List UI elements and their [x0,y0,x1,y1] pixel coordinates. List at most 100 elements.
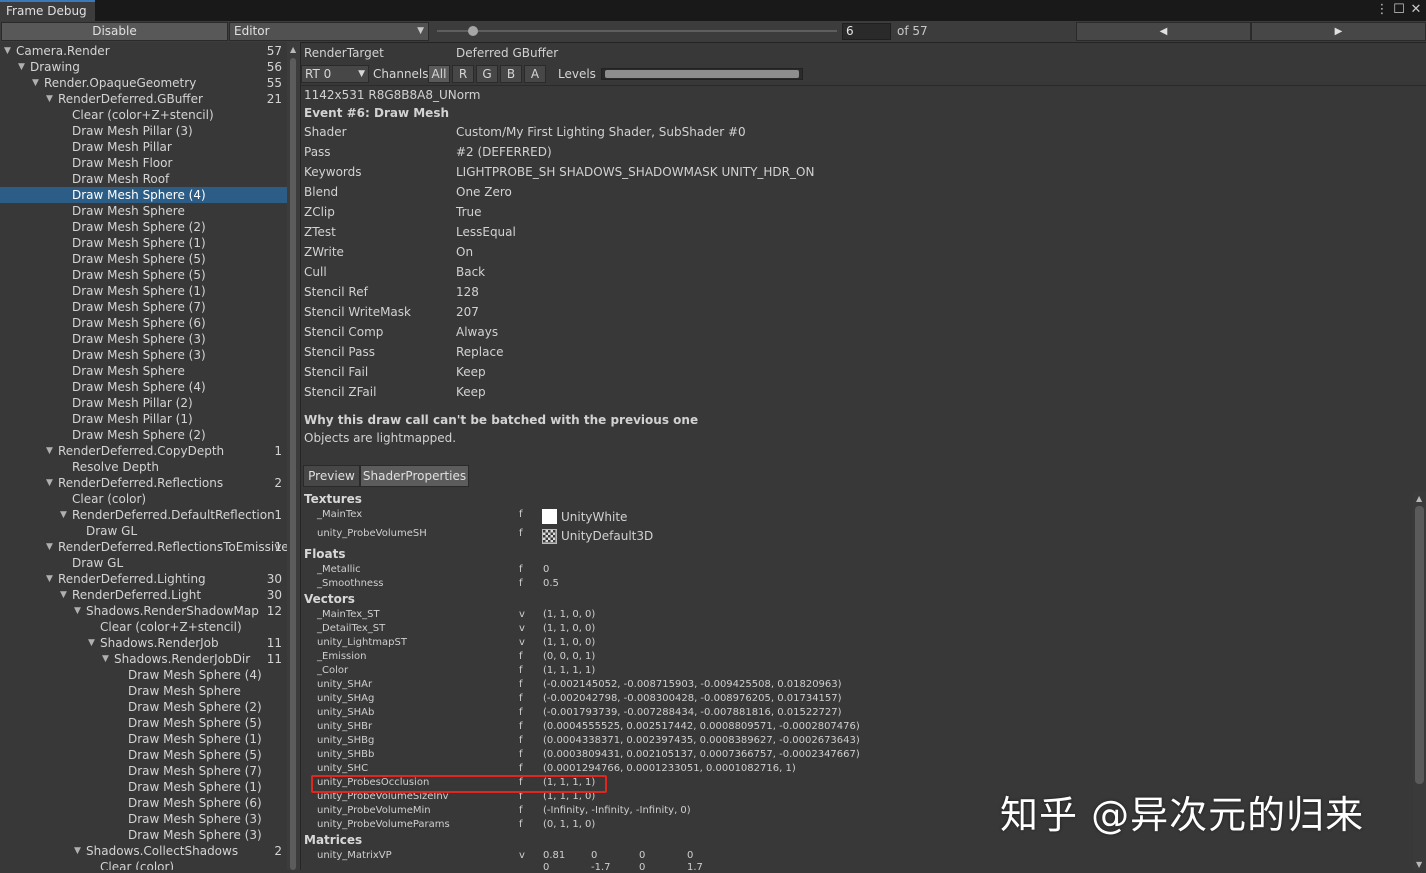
tree-row[interactable]: ▼ Shadows.RenderJob 11 [0,635,287,651]
tree-row[interactable]: Draw Mesh Sphere (3) [0,331,287,347]
disable-button[interactable]: Disable [1,22,228,41]
tree-row[interactable]: ▼ RenderDeferred.CopyDepth 1 [0,443,287,459]
tree-row[interactable]: Draw Mesh Sphere (5) [0,251,287,267]
tree-row[interactable]: Draw Mesh Pillar (1) [0,411,287,427]
tree-row[interactable]: Draw Mesh Sphere (2) [0,699,287,715]
expand-triangle-icon[interactable]: ▼ [74,603,81,619]
more-options-icon[interactable]: ⋮ [1375,2,1389,18]
frame-slider-track[interactable] [437,30,837,32]
vector-type: v [519,609,525,620]
close-icon[interactable]: ✕ [1409,2,1423,18]
tree-row[interactable]: ▼ Shadows.RenderShadowMap 12 [0,603,287,619]
tree-row[interactable]: Draw Mesh Roof [0,171,287,187]
tree-row[interactable]: Clear (color) [0,491,287,507]
expand-triangle-icon[interactable]: ▼ [46,475,53,491]
tree-row[interactable]: Resolve Depth [0,459,287,475]
expand-triangle-icon[interactable]: ▼ [32,75,39,91]
next-frame-button[interactable]: ▶ [1251,22,1426,41]
tree-row[interactable]: Draw Mesh Pillar [0,139,287,155]
tree-row[interactable]: Draw Mesh Floor [0,155,287,171]
tree-row[interactable]: ▼ RenderDeferred.DefaultReflection 1 [0,507,287,523]
tree-row[interactable]: Draw Mesh Sphere (6) [0,315,287,331]
rt-dropdown[interactable]: RT 0 ▼ [301,65,369,83]
checker-texture-thumbnail[interactable] [542,529,557,544]
tab-preview[interactable]: Preview [303,465,360,487]
tree-row[interactable]: Draw Mesh Sphere (5) [0,267,287,283]
matrix-cell: 0 [639,850,646,861]
maximize-icon[interactable]: ☐ [1392,2,1406,18]
target-dropdown[interactable]: Editor ▼ [229,22,429,41]
tree-row[interactable]: ▼ RenderDeferred.Light 30 [0,587,287,603]
tree-row[interactable]: ▼ Shadows.CollectShadows 2 [0,843,287,859]
event-tree-scroll-thumb[interactable] [290,58,296,870]
tab-shader-properties[interactable]: ShaderProperties [360,465,469,487]
tree-row[interactable]: Clear (color+Z+stencil) [0,107,287,123]
expand-triangle-icon[interactable]: ▼ [60,507,67,523]
expand-triangle-icon[interactable]: ▼ [60,587,67,603]
frame-slider-thumb[interactable] [468,26,478,36]
expand-triangle-icon[interactable]: ▼ [88,635,95,651]
tree-row[interactable]: Draw Mesh Sphere (1) [0,235,287,251]
previous-frame-button[interactable]: ◀ [1076,22,1251,41]
tree-row[interactable]: Draw Mesh Sphere (2) [0,219,287,235]
scroll-up-arrow-icon[interactable]: ▲ [290,45,296,54]
scroll-up-arrow-icon[interactable]: ▲ [1416,494,1422,503]
expand-triangle-icon[interactable]: ▼ [46,571,53,587]
tree-row[interactable]: Draw Mesh Sphere (1) [0,731,287,747]
tree-row[interactable]: ▼ RenderDeferred.GBuffer 21 [0,91,287,107]
tree-row[interactable]: Draw Mesh Sphere (5) [0,747,287,763]
tree-row[interactable]: Draw Mesh Sphere (2) [0,427,287,443]
channel-g-button[interactable]: G [476,65,498,83]
tree-row[interactable]: Draw Mesh Sphere (3) [0,811,287,827]
expand-triangle-icon[interactable]: ▼ [4,43,11,59]
expand-triangle-icon[interactable]: ▼ [46,443,53,459]
expand-triangle-icon[interactable]: ▼ [46,539,53,555]
tree-row[interactable]: Draw Mesh Sphere (4) [0,667,287,683]
expand-triangle-icon[interactable]: ▼ [46,91,53,107]
tree-row[interactable]: Draw Mesh Sphere (1) [0,283,287,299]
tree-row[interactable]: ▼ Render.OpaqueGeometry 55 [0,75,287,91]
tree-row[interactable]: Draw GL [0,523,287,539]
tree-row-label: Draw Mesh Sphere [72,204,185,218]
property-key: Pass [304,145,331,159]
channel-b-button[interactable]: B [500,65,522,83]
frame-number-input[interactable]: 6 [842,23,891,40]
tree-row[interactable]: Clear (color) [0,859,287,870]
expand-triangle-icon[interactable]: ▼ [18,59,25,75]
tree-row[interactable]: Draw Mesh Pillar (2) [0,395,287,411]
tree-row[interactable]: Draw Mesh Sphere [0,363,287,379]
expand-triangle-icon[interactable]: ▼ [102,651,109,667]
expand-triangle-icon[interactable]: ▼ [74,843,81,859]
tree-row[interactable]: Clear (color+Z+stencil) [0,619,287,635]
tree-row[interactable]: Draw GL [0,555,287,571]
tree-row[interactable]: Draw Mesh Sphere (7) [0,299,287,315]
tree-row-count: 30 [266,588,282,602]
tree-row[interactable]: Draw Mesh Sphere (3) [0,347,287,363]
channel-a-button[interactable]: A [524,65,546,83]
scroll-down-arrow-icon[interactable]: ▼ [1416,860,1422,869]
tree-row[interactable]: Draw Mesh Sphere (7) [0,763,287,779]
tab-frame-debug[interactable]: Frame Debug [0,0,95,21]
tree-row[interactable]: Draw Mesh Pillar (3) [0,123,287,139]
properties-scroll-thumb[interactable] [1415,506,1424,784]
tree-row[interactable]: Draw Mesh Sphere (3) [0,827,287,843]
vector-name: unity_SHAb [317,707,375,718]
tree-row[interactable]: Draw Mesh Sphere (4) [0,187,287,203]
tree-row[interactable]: ▼ Camera.Render 57 [0,43,287,59]
tree-row[interactable]: ▼ RenderDeferred.ReflectionsToEmissive 1 [0,539,287,555]
tree-row[interactable]: ▼ RenderDeferred.Reflections 2 [0,475,287,491]
white-texture-thumbnail[interactable] [542,509,557,524]
tree-row[interactable]: Draw Mesh Sphere [0,683,287,699]
matrix-cell: 0 [687,850,694,861]
channel-r-button[interactable]: R [452,65,474,83]
levels-range-fill[interactable] [605,70,799,78]
tree-row[interactable]: Draw Mesh Sphere (1) [0,779,287,795]
tree-row[interactable]: ▼ RenderDeferred.Lighting 30 [0,571,287,587]
tree-row[interactable]: Draw Mesh Sphere (5) [0,715,287,731]
tree-row[interactable]: Draw Mesh Sphere [0,203,287,219]
tree-row[interactable]: ▼ Shadows.RenderJobDir 11 [0,651,287,667]
tree-row[interactable]: Draw Mesh Sphere (4) [0,379,287,395]
tree-row[interactable]: Draw Mesh Sphere (6) [0,795,287,811]
channel-all-button[interactable]: All [428,65,450,83]
tree-row[interactable]: ▼ Drawing 56 [0,59,287,75]
